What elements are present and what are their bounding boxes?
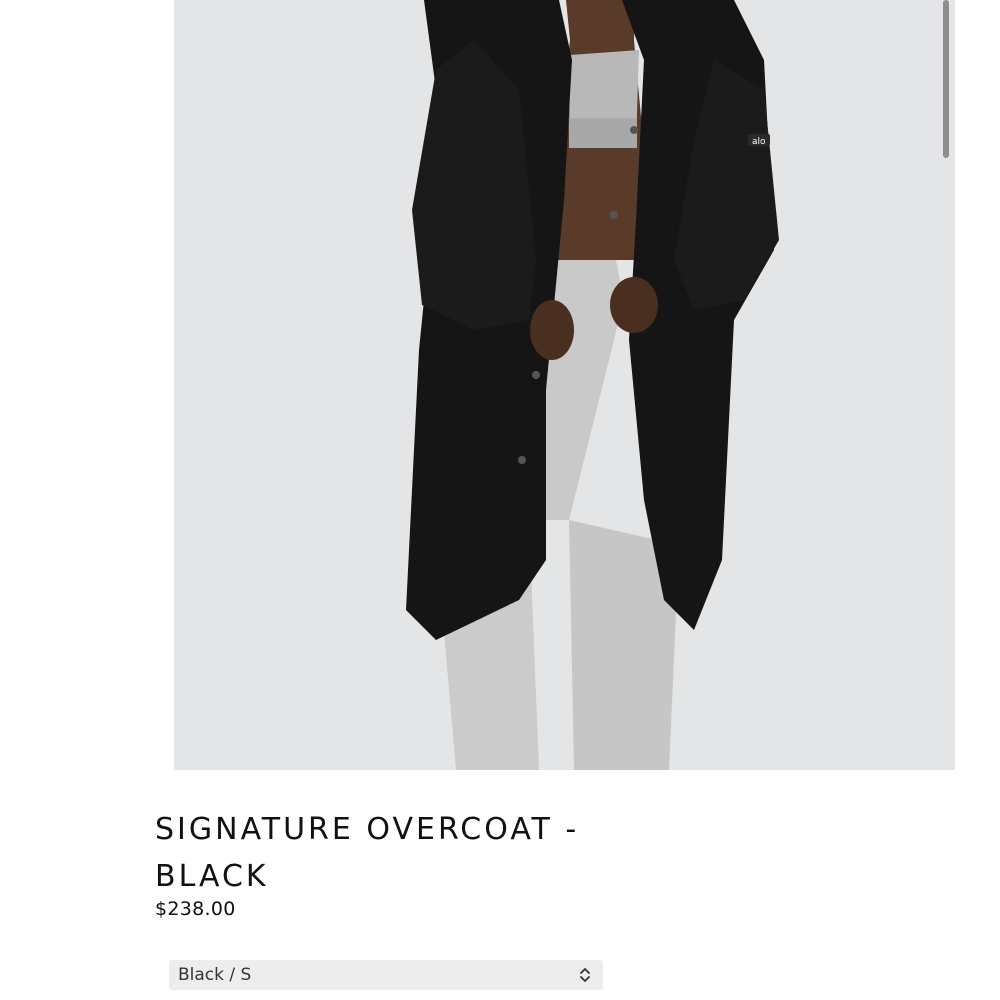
product-title: SIGNATURE OVERCOAT - BLACK: [155, 812, 580, 894]
product-photo: alo: [174, 0, 955, 770]
product-page: alo SIGNATURE OVERCOAT - BLACK $238.00 B…: [0, 0, 1000, 1000]
product-image[interactable]: alo: [174, 0, 955, 770]
chevron-up-down-icon: [579, 966, 591, 984]
variant-select[interactable]: Black / S: [169, 960, 603, 990]
scrollbar-thumb[interactable]: [943, 0, 949, 158]
svg-text:alo: alo: [752, 137, 766, 147]
variant-select-value: Black / S: [178, 965, 252, 985]
product-price: $238.00: [155, 898, 236, 920]
